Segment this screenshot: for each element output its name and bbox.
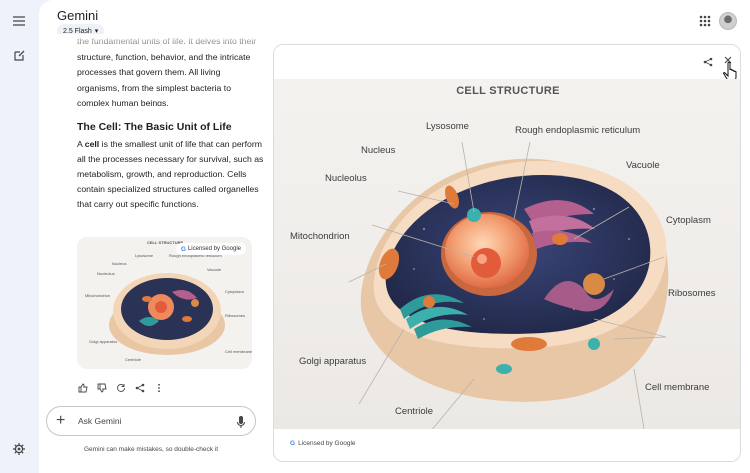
label-cytoplasm: Cytoplasm [666, 215, 711, 226]
label-nucleus: Nucleus [361, 145, 396, 156]
response-body-text: A cell is the smallest unit of life that… [77, 137, 267, 212]
add-attachment-icon[interactable]: + [56, 412, 65, 430]
thumbs-down-icon[interactable] [97, 383, 107, 393]
app-frame: Gemini 2.5 Flash ▾ the fundamental units… [0, 0, 750, 473]
label-mitochondrion: Mitochondrion [290, 231, 350, 242]
microphone-icon[interactable] [236, 415, 246, 429]
label-rough-er: Rough endoplasmic reticulum [515, 125, 641, 136]
prompt-input-placeholder[interactable]: Ask Gemini [78, 416, 121, 426]
thumbnail-label: Cell membrane [225, 349, 252, 354]
apps-grid-icon[interactable] [698, 14, 712, 28]
thumbnail-label: Cytoplasm [225, 289, 245, 294]
menu-icon[interactable] [10, 12, 28, 30]
new-chat-icon[interactable] [10, 46, 28, 64]
cell-structure-image: CELL STRUCTURE Lysosome Rough endoplasmi… [274, 79, 740, 450]
body-rest: is the smallest unit of life that can pe… [77, 139, 264, 209]
prompt-input-box[interactable]: + Ask Gemini [46, 406, 256, 436]
generated-image-thumbnail[interactable]: CELL STRUCTURE Lysosome Rough endoplasmic … [77, 237, 252, 369]
image-viewer-toolbar [274, 45, 740, 83]
license-footer-label: Licensed by Google [298, 440, 356, 447]
body-bold-term: cell [84, 139, 100, 149]
label-ribosomes: Ribosomes [668, 288, 716, 299]
more-options-icon[interactable] [154, 383, 164, 393]
thumbnail-label: Nucleolus [97, 271, 115, 276]
thumbnail-label: Nucleus [112, 261, 126, 266]
label-vacuole: Vacuole [626, 160, 660, 171]
diagram-title: CELL STRUCTURE [456, 85, 560, 97]
google-g-icon: G [180, 245, 186, 253]
settings-gear-icon[interactable] [10, 440, 28, 458]
account-avatar[interactable] [719, 12, 737, 30]
label-cell-membrane: Cell membrane [645, 382, 710, 393]
body-prefix: A [77, 139, 85, 149]
thumbs-up-icon[interactable] [78, 383, 88, 393]
thumbnail-label: Mitochondrion [85, 293, 110, 298]
thumbnail-label: Lysosome [135, 253, 154, 258]
disclaimer-text: Gemini can make mistakes, so double-chec… [84, 446, 219, 453]
thumbnail-label: Golgi apparatus [89, 339, 117, 344]
label-lysosome: Lysosome [426, 121, 469, 132]
share-icon[interactable] [135, 383, 145, 393]
cell-illustration [348, 141, 669, 450]
licensed-badge: G Licensed by Google [175, 243, 246, 255]
image-viewer-panel: CELL STRUCTURE Lysosome Rough endoplasmi… [273, 44, 741, 462]
google-g-icon: G [290, 440, 296, 447]
licensed-badge-label: Licensed by Google [187, 246, 241, 252]
thumbnail-label: Vacuole [207, 267, 222, 272]
thumbnail-label: Ribosomes [225, 313, 245, 318]
scroll-fade [57, 34, 272, 50]
regenerate-icon[interactable] [116, 383, 126, 393]
response-actions [78, 383, 164, 393]
image-license-footer: G Licensed by Google [290, 440, 356, 447]
app-title: Gemini [57, 8, 99, 23]
label-nucleolus: Nucleolus [325, 173, 367, 184]
label-centriole: Centriole [395, 406, 434, 417]
thumbnail-labels: CELL STRUCTURELysosome Rough endoplasmic … [85, 240, 252, 362]
thumbnail-label: Centriole [125, 357, 142, 362]
label-golgi: Golgi apparatus [299, 356, 367, 367]
share-icon[interactable] [703, 57, 713, 69]
side-rail [0, 0, 39, 473]
response-section-heading: The Cell: The Basic Unit of Life [77, 121, 232, 133]
